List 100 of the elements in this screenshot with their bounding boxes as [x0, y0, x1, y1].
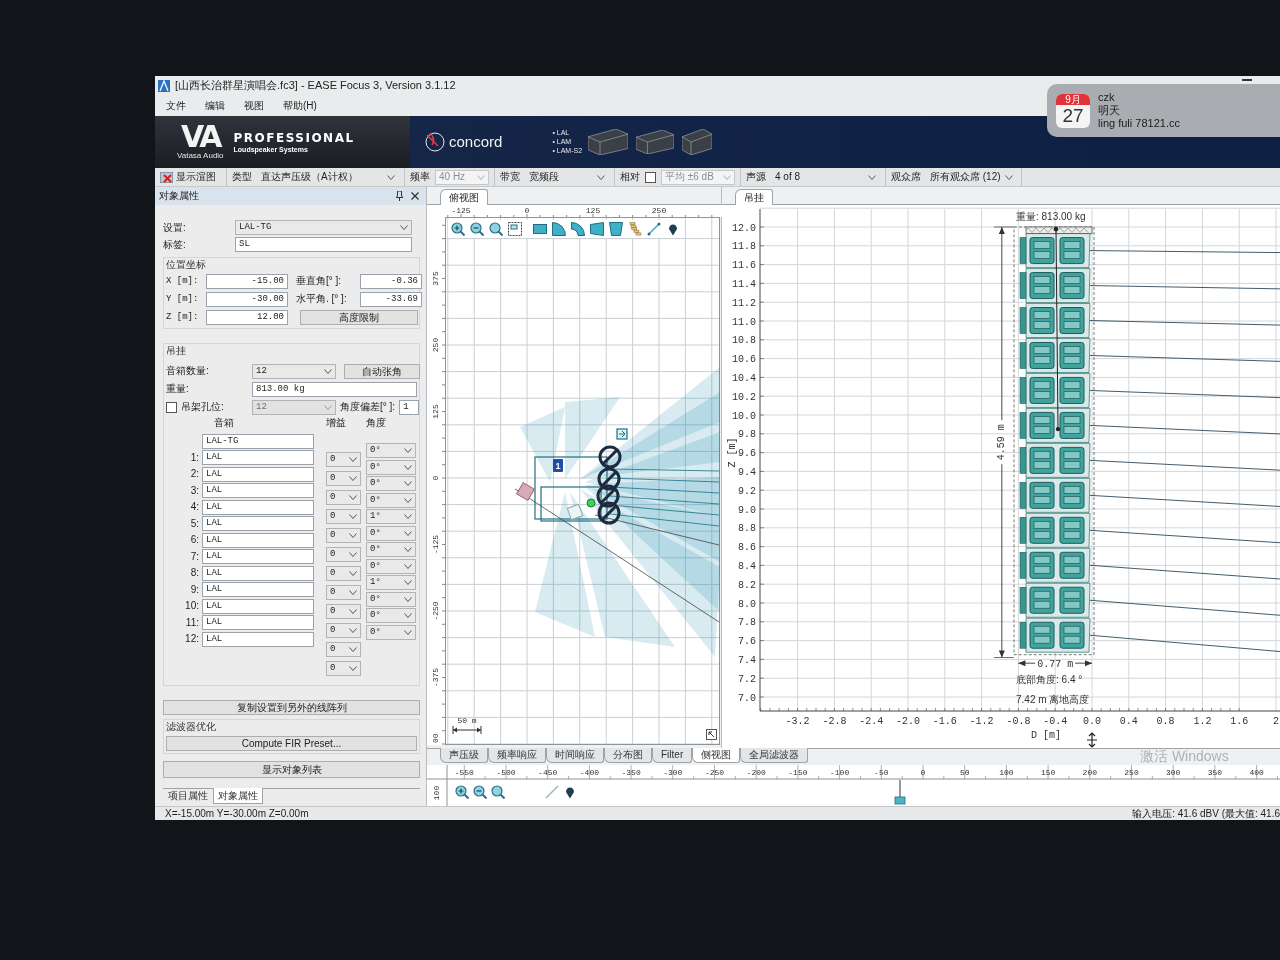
notification-toast[interactable]: 9月 27 czk 明天 ling fuli 78121.cc [1047, 84, 1280, 137]
zoom-out-icon[interactable] [474, 786, 487, 799]
angle-dropdown[interactable]: 0° [366, 492, 416, 508]
tag-field[interactable]: SL [235, 237, 412, 252]
pin-icon[interactable] [396, 191, 403, 201]
view-tab[interactable]: 分布图 [604, 748, 652, 763]
offset-field[interactable]: 1 [399, 399, 420, 415]
object-list-button[interactable]: 显示对象列表 [163, 761, 420, 778]
render-toggle-button[interactable]: 显示渲图 [160, 171, 216, 183]
view-tab[interactable]: 侧视图 [692, 748, 741, 763]
zoom-out-icon[interactable] [470, 222, 484, 236]
coordinate-field[interactable]: -30.00 [206, 291, 288, 307]
menu-item[interactable]: 文件 [166, 100, 186, 112]
count-dropdown[interactable]: 12 [252, 363, 336, 379]
cabinet-field[interactable]: LAL [202, 483, 314, 499]
cabinet-field[interactable]: LAL [202, 450, 314, 466]
audience-dropdown[interactable]: 所有观众席 (12) [926, 169, 1017, 185]
view-tab[interactable]: 频率响应 [488, 748, 546, 763]
cabinet-field[interactable]: LAL [202, 549, 314, 565]
cabinet-field[interactable]: LAL [202, 466, 314, 482]
gain-dropdown[interactable]: 0 [326, 528, 361, 543]
gain-dropdown[interactable]: 0 [326, 585, 361, 600]
dashed-frame-icon[interactable] [508, 222, 522, 236]
frame-field[interactable]: LAL-TG [202, 433, 314, 449]
tapered-panel-icon[interactable] [609, 222, 623, 236]
ruler-label: 150 [1040, 768, 1056, 777]
chevron-down-icon [349, 590, 357, 595]
source-dropdown[interactable]: 4 of 8 [771, 169, 880, 185]
bandwidth-dropdown[interactable]: 宽频段 [525, 169, 609, 185]
cabinet-field[interactable]: LAL [202, 615, 314, 631]
angle-dropdown[interactable]: 0° [366, 443, 416, 458]
pin-icon[interactable] [666, 222, 680, 236]
gain-dropdown[interactable]: 0 [326, 661, 361, 676]
close-icon[interactable] [411, 192, 419, 200]
height-limit-button[interactable]: 高度限制 [300, 309, 418, 325]
loudspeaker-symbol [596, 484, 620, 508]
angle-dropdown[interactable]: 0° [366, 476, 416, 491]
angle-dropdown[interactable]: 0° [366, 459, 416, 475]
weight-field[interactable]: 813.00 kg [252, 381, 417, 397]
gain-dropdown[interactable]: 0 [326, 509, 361, 524]
cabinet-field[interactable]: LAL [202, 516, 314, 532]
view-tab[interactable]: 声压级 [440, 748, 488, 763]
zoom-icon[interactable] [489, 222, 503, 236]
angle-dropdown[interactable]: 0° [366, 525, 416, 541]
line-tool-icon[interactable] [647, 222, 661, 236]
expand-icon[interactable] [706, 729, 717, 740]
chevron-down-icon [404, 514, 412, 519]
arc-segment-icon[interactable] [571, 222, 585, 236]
angle-dropdown[interactable]: 0° [366, 608, 416, 623]
cabinet-field[interactable]: LAL [202, 598, 314, 614]
move-cursor-icon [1086, 732, 1098, 748]
menu-item[interactable]: 帮助(H) [283, 100, 317, 112]
pickpoint-dropdown[interactable]: 12 [252, 399, 336, 415]
angle-dropdown[interactable]: 1° [366, 575, 416, 590]
ruler-label: 100 [999, 768, 1014, 777]
angle-dropdown[interactable]: 0° [366, 624, 416, 640]
type-dropdown[interactable]: 直达声压级（A计权） [257, 169, 399, 185]
cursor-position: X=-15.00m Y=-30.00m Z=0.00m [165, 807, 309, 820]
cabinet-field[interactable]: LAL [202, 582, 314, 598]
cabinet-field[interactable]: LAL [202, 631, 314, 647]
cabinet-field[interactable]: LAL [202, 499, 314, 515]
zoom-in-icon[interactable] [451, 222, 465, 236]
angle-dropdown[interactable]: 0° [366, 542, 416, 557]
menu-item[interactable]: 编辑 [205, 100, 225, 112]
coordinate-field[interactable]: 12.00 [206, 309, 288, 325]
view-tab[interactable]: Filter [652, 748, 693, 763]
setup-dropdown[interactable]: LAL-TG [235, 220, 412, 235]
gain-dropdown[interactable]: 0 [326, 490, 361, 505]
zoom-icon[interactable] [492, 786, 505, 799]
view-tab[interactable]: 时间响应 [546, 748, 604, 763]
angle-field[interactable]: -0.36 [360, 273, 422, 289]
view-tab[interactable]: 俯视图 [440, 189, 488, 205]
gain-dropdown[interactable]: 0 [326, 623, 361, 638]
gain-dropdown[interactable]: 0 [326, 566, 361, 581]
pin-icon[interactable] [566, 787, 574, 799]
compute-fir-button[interactable]: Compute FIR Preset... [166, 736, 417, 751]
trapezoid-icon[interactable] [590, 222, 604, 236]
gain-dropdown[interactable]: 0 [326, 547, 361, 562]
copy-settings-button[interactable]: 复制设置到另外的线阵列 [163, 700, 420, 715]
angle-dropdown[interactable]: 0° [366, 558, 416, 574]
cabinet-field[interactable]: LAL [202, 532, 314, 548]
view-tab[interactable]: 全局滤波器 [740, 748, 809, 763]
gain-dropdown[interactable]: 0 [326, 604, 361, 619]
panel-tab[interactable]: 对象属性 [213, 788, 263, 804]
angle-dropdown[interactable]: 1° [366, 509, 416, 524]
view-tab[interactable]: 吊挂 [735, 189, 773, 205]
angle-dropdown[interactable]: 0° [366, 591, 416, 607]
rectangle-icon[interactable] [533, 222, 547, 236]
zoom-in-icon[interactable] [456, 786, 469, 799]
gain-dropdown[interactable]: 0 [326, 471, 361, 486]
coordinate-field[interactable]: -15.00 [206, 273, 288, 289]
pickpoint-checkbox[interactable] [166, 401, 177, 413]
angle-field[interactable]: -33.69 [360, 291, 422, 307]
cabinet-field[interactable]: LAL [202, 565, 314, 581]
panel-tab[interactable]: 项目属性 [163, 788, 213, 804]
curved-array-icon[interactable] [628, 222, 642, 236]
menu-item[interactable]: 视图 [244, 100, 264, 112]
gain-dropdown[interactable]: 0 [326, 642, 361, 657]
auto-splay-button[interactable]: 自动张角 [344, 363, 420, 379]
gain-dropdown[interactable]: 0 [326, 452, 361, 467]
